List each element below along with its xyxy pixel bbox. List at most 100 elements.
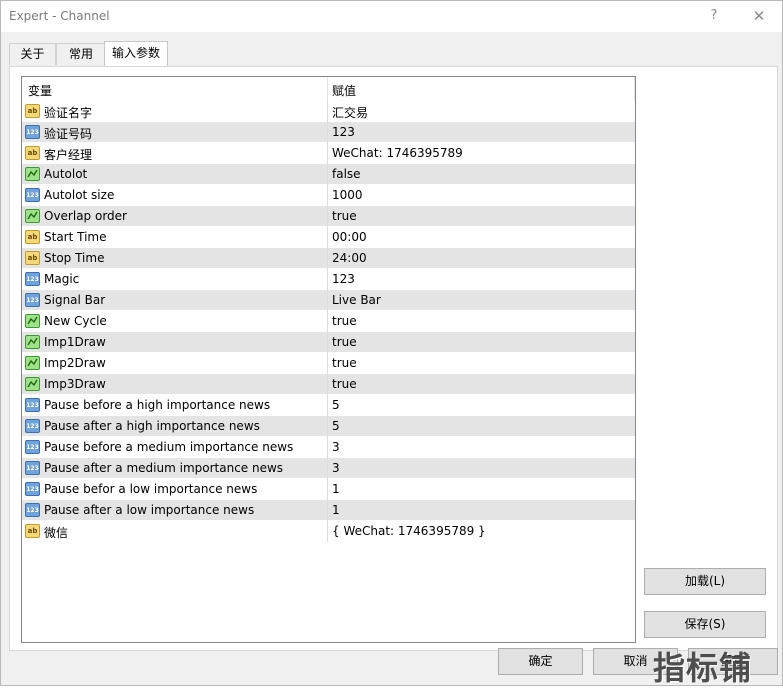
string-type-icon: ab: [25, 104, 40, 118]
parameter-value[interactable]: true: [332, 314, 357, 328]
column-separator: [327, 269, 328, 290]
column-separator: [327, 437, 328, 458]
boolean-type-icon: [25, 335, 40, 349]
parameter-value[interactable]: Live Bar: [332, 293, 381, 307]
parameter-name: Pause after a medium importance news: [44, 461, 284, 475]
parameter-name: Overlap order: [44, 209, 127, 223]
column-separator: [327, 227, 328, 248]
watermark-logo: 指标铺: [653, 649, 753, 687]
parameter-value[interactable]: 1: [332, 482, 340, 496]
load-button[interactable]: 加载(L): [644, 568, 766, 595]
parameter-row[interactable]: ab 验证名字 汇交易: [22, 101, 635, 122]
ok-button[interactable]: 确定: [498, 648, 583, 675]
header-separator[interactable]: [327, 77, 328, 101]
parameter-name: 验证名字: [44, 106, 93, 120]
column-separator: [327, 248, 328, 269]
parameter-row[interactable]: 123 Pause before a high importance news 5: [22, 395, 635, 416]
parameter-row[interactable]: 123 验证号码 123: [22, 122, 635, 143]
parameter-value[interactable]: 3: [332, 440, 340, 454]
number-type-icon: 123: [25, 440, 40, 454]
column-separator: [327, 311, 328, 332]
tab-about[interactable]: 关于: [9, 43, 56, 65]
number-type-icon: 123: [25, 272, 40, 286]
parameter-name: Pause befor a low importance news: [44, 482, 258, 496]
parameter-name: 客户经理: [44, 148, 93, 162]
parameter-row[interactable]: Imp1Draw true: [22, 332, 635, 353]
parameter-name: Imp1Draw: [44, 335, 106, 349]
parameter-rows: ab 验证名字 汇交易 123 验证号码 123 ab 客户经理 WeChat: 1746395…: [22, 101, 635, 542]
column-separator: [327, 290, 328, 311]
parameter-row[interactable]: ab Stop Time 24:00: [22, 248, 635, 269]
parameter-row[interactable]: 123 Pause befor a low importance news 1: [22, 479, 635, 500]
parameter-name: Autolot: [44, 167, 88, 181]
column-separator: [327, 521, 328, 542]
parameter-value[interactable]: 24:00: [332, 251, 367, 265]
window-title: Expert - Channel: [9, 9, 110, 23]
parameter-name: Stop Time: [44, 251, 105, 265]
parameter-value[interactable]: 5: [332, 419, 340, 433]
number-type-icon: 123: [25, 461, 40, 475]
parameter-row[interactable]: Imp3Draw true: [22, 374, 635, 395]
tab-inputs[interactable]: 输入参数: [104, 41, 168, 66]
column-separator: [327, 353, 328, 374]
parameter-value[interactable]: 5: [332, 398, 340, 412]
parameter-value[interactable]: false: [332, 167, 361, 181]
title-bar: Expert - Channel ? ✕: [1, 1, 782, 32]
boolean-type-icon: [25, 314, 40, 328]
boolean-type-icon: [25, 167, 40, 181]
save-button[interactable]: 保存(S): [644, 611, 766, 638]
header-separator-end: [634, 77, 635, 101]
parameter-value[interactable]: 123: [332, 125, 355, 139]
parameter-row[interactable]: ab 微信 { WeChat: 1746395789 }: [22, 521, 635, 542]
parameter-row[interactable]: Autolot false: [22, 164, 635, 185]
parameter-value[interactable]: 123: [332, 272, 355, 286]
column-separator: [327, 143, 328, 164]
parameter-row[interactable]: Overlap order true: [22, 206, 635, 227]
close-button[interactable]: ✕: [746, 5, 772, 27]
parameter-row[interactable]: 123 Pause after a medium importance news 3: [22, 458, 635, 479]
parameter-row[interactable]: Imp2Draw true: [22, 353, 635, 374]
parameter-row[interactable]: 123 Pause after a high importance news 5: [22, 416, 635, 437]
parameter-value[interactable]: WeChat: 1746395789: [332, 146, 463, 160]
string-type-icon: ab: [25, 230, 40, 244]
boolean-type-icon: [25, 377, 40, 391]
string-type-icon: ab: [25, 251, 40, 265]
tab-common[interactable]: 常用: [56, 43, 106, 65]
parameter-name: Pause before a high importance news: [44, 398, 271, 412]
parameter-name: Start Time: [44, 230, 107, 244]
column-separator: [327, 122, 328, 143]
parameter-row[interactable]: New Cycle true: [22, 311, 635, 332]
parameter-value[interactable]: { WeChat: 1746395789 }: [332, 524, 486, 538]
column-separator: [327, 101, 328, 122]
column-separator: [327, 395, 328, 416]
parameter-row[interactable]: 123 Signal Bar Live Bar: [22, 290, 635, 311]
parameter-row[interactable]: ab 客户经理 WeChat: 1746395789: [22, 143, 635, 164]
parameter-value[interactable]: 汇交易: [332, 104, 368, 121]
parameter-row[interactable]: 123 Magic 123: [22, 269, 635, 290]
number-type-icon: 123: [25, 293, 40, 307]
parameter-value[interactable]: 1000: [332, 188, 363, 202]
header-variable[interactable]: 变量: [28, 82, 52, 99]
parameter-name: Magic: [44, 272, 80, 286]
parameter-value[interactable]: true: [332, 356, 357, 370]
parameter-value[interactable]: 00:00: [332, 230, 367, 244]
parameter-name: Pause before a medium importance news: [44, 440, 294, 454]
parameter-row[interactable]: 123 Pause after a low importance news 1: [22, 500, 635, 521]
parameter-row[interactable]: 123 Pause before a medium importance news…: [22, 437, 635, 458]
header-value[interactable]: 赋值: [332, 82, 356, 99]
number-type-icon: 123: [25, 398, 40, 412]
parameter-row[interactable]: 123 Autolot size 1000: [22, 185, 635, 206]
parameter-value[interactable]: true: [332, 377, 357, 391]
parameter-name: Autolot size: [44, 188, 115, 202]
parameter-value[interactable]: 3: [332, 461, 340, 475]
number-type-icon: 123: [25, 503, 40, 517]
help-button[interactable]: ?: [701, 5, 727, 27]
column-separator: [327, 374, 328, 395]
parameter-row[interactable]: ab Start Time 00:00: [22, 227, 635, 248]
string-type-icon: ab: [25, 524, 40, 538]
parameter-value[interactable]: true: [332, 335, 357, 349]
parameter-value[interactable]: 1: [332, 503, 340, 517]
column-separator: [327, 500, 328, 521]
parameter-name: Pause after a high importance news: [44, 419, 260, 433]
parameter-value[interactable]: true: [332, 209, 357, 223]
